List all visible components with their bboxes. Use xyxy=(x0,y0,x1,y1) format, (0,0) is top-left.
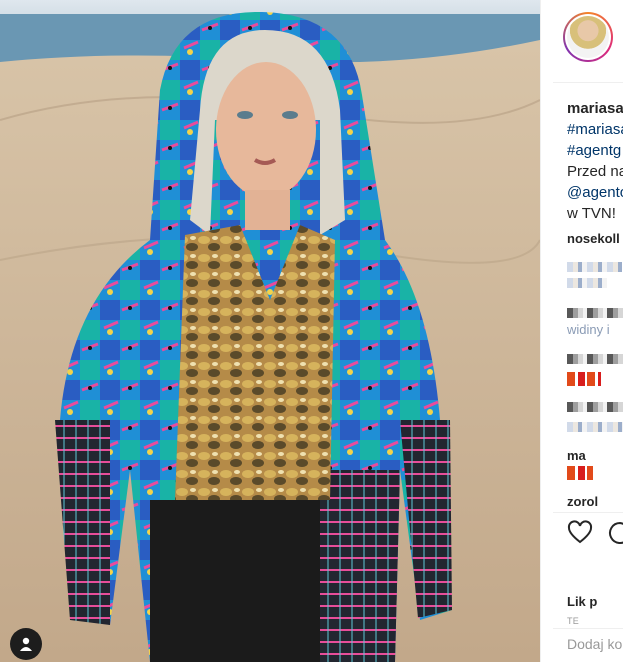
post-photo[interactable] xyxy=(0,0,540,662)
caption-text-end: w TVN! xyxy=(567,205,616,222)
blurred-comment xyxy=(567,422,623,432)
comment-icon[interactable] xyxy=(607,520,623,546)
post-timestamp: TE xyxy=(567,616,580,626)
post-caption: mariasad #mariasa #agentg Przed na @agen… xyxy=(567,98,623,224)
caption-mention[interactable]: @agento xyxy=(567,182,623,203)
author-avatar[interactable] xyxy=(563,12,613,62)
blurred-username xyxy=(567,308,623,318)
caption-text: Przed na xyxy=(567,163,623,180)
comment-username[interactable]: nosekoll xyxy=(567,231,620,246)
blurred-username xyxy=(567,354,623,364)
likes-count[interactable]: Lik p xyxy=(567,594,597,609)
user-tag-icon xyxy=(20,637,32,651)
comment-text: widiny i xyxy=(567,322,610,337)
divider xyxy=(553,628,623,629)
heart-icon[interactable] xyxy=(567,520,593,546)
emoji-row xyxy=(567,372,601,386)
post-image xyxy=(0,0,540,662)
caption-hashtag-1[interactable]: #mariasa xyxy=(567,119,623,140)
add-comment-input[interactable]: Dodaj ko xyxy=(567,636,622,652)
caption-username[interactable]: mariasad xyxy=(567,98,623,119)
blurred-comment xyxy=(567,278,607,288)
divider xyxy=(553,512,623,513)
divider xyxy=(553,82,623,83)
emoji-row xyxy=(567,466,593,480)
comment-username[interactable]: zorol xyxy=(567,494,598,509)
blurred-username xyxy=(567,402,623,412)
blurred-comment xyxy=(567,262,622,272)
user-tag-button[interactable] xyxy=(10,628,42,660)
post-sidebar: mariasad #mariasa #agentg Przed na @agen… xyxy=(540,0,623,662)
caption-hashtag-2[interactable]: #agentg xyxy=(567,140,623,161)
comment-username[interactable]: ma xyxy=(567,448,586,463)
